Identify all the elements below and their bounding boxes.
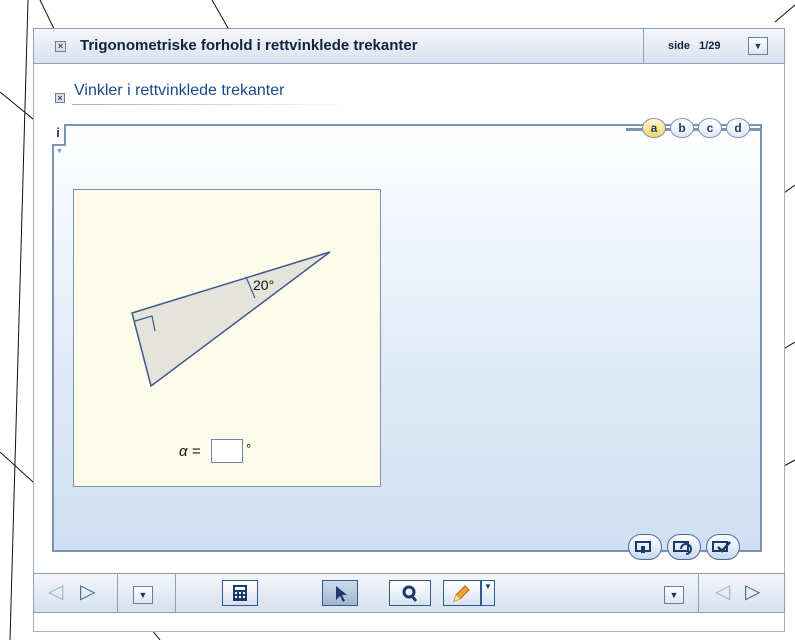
reset-button[interactable] xyxy=(667,534,701,560)
check-button[interactable] xyxy=(706,534,740,560)
magnifier-icon xyxy=(402,585,418,602)
prev-step-icon[interactable]: ◁ xyxy=(715,582,730,602)
degree-symbol: ° xyxy=(246,441,252,456)
next-page-icon[interactable]: ▷ xyxy=(80,582,95,602)
pencil-button[interactable] xyxy=(443,580,481,606)
magnifier-button[interactable] xyxy=(389,580,431,606)
hint-icon xyxy=(635,541,651,553)
hint-button[interactable] xyxy=(628,534,662,560)
menu-dropdown-button[interactable]: ▼ xyxy=(133,586,153,604)
pencil-options-button[interactable]: ▼ xyxy=(481,580,495,606)
pointer-button[interactable] xyxy=(322,580,358,606)
angle-label: 20° xyxy=(253,277,275,293)
toolbar-separator-mid xyxy=(175,574,176,612)
answer-label: α = xyxy=(179,443,201,460)
calculator-icon xyxy=(233,585,247,601)
prev-page-icon[interactable]: ◁ xyxy=(48,582,63,602)
check-icon xyxy=(712,541,731,553)
pointer-icon xyxy=(336,586,347,602)
chevron-down-icon: ▼ xyxy=(484,582,492,591)
reset-icon xyxy=(673,541,692,555)
toolbar-separator-right xyxy=(698,574,699,612)
calculator-button[interactable] xyxy=(222,580,258,606)
next-step-icon[interactable]: ▷ xyxy=(745,582,760,602)
options-dropdown-button[interactable]: ▼ xyxy=(664,586,684,604)
toolbar-separator-left xyxy=(117,574,118,612)
triangle-shape xyxy=(131,251,331,388)
pencil-icon xyxy=(453,585,470,602)
answer-input[interactable] xyxy=(211,439,243,463)
